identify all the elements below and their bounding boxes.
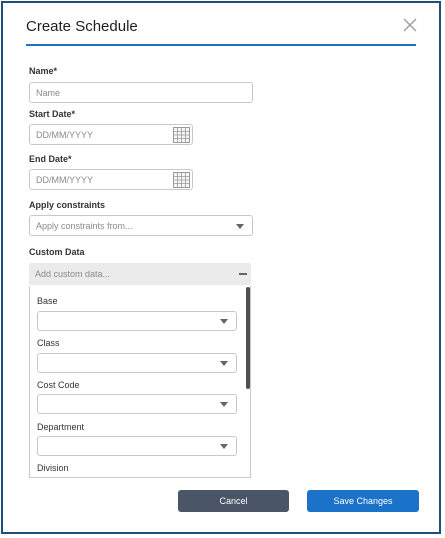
name-input[interactable]: Name <box>29 82 253 103</box>
custom-field-label: Department <box>37 422 85 432</box>
chevron-down-icon <box>236 223 244 229</box>
custom-field-select-department[interactable] <box>37 436 237 456</box>
chevron-down-icon <box>220 402 228 407</box>
custom-data-input[interactable]: Add custom data... <box>29 263 251 285</box>
collapse-icon[interactable] <box>239 273 247 275</box>
end-date-placeholder: DD/MM/YYYY <box>36 174 94 185</box>
end-date-input[interactable]: DD/MM/YYYY <box>29 169 193 190</box>
name-label: Name* <box>29 66 58 76</box>
constraints-placeholder: Apply constraints from... <box>36 220 133 231</box>
chevron-down-icon <box>220 361 228 366</box>
custom-field-label: Cost Code <box>37 380 80 390</box>
scrollbar[interactable] <box>246 287 250 389</box>
custom-field-label: Base <box>37 296 58 306</box>
custom-field-label: Division <box>37 463 69 473</box>
start-date-input[interactable]: DD/MM/YYYY <box>29 124 193 145</box>
save-changes-button[interactable]: Save Changes <box>307 490 419 512</box>
start-date-placeholder: DD/MM/YYYY <box>36 129 94 140</box>
calendar-icon[interactable] <box>173 127 190 143</box>
custom-data-panel: Base Class Cost Code Department Division <box>29 286 251 478</box>
calendar-icon[interactable] <box>173 172 190 188</box>
custom-field-select-base[interactable] <box>37 311 237 331</box>
custom-data-placeholder: Add custom data... <box>35 269 111 279</box>
custom-field-select-cost-code[interactable] <box>37 394 237 414</box>
start-date-label: Start Date* <box>29 109 76 119</box>
chevron-down-icon <box>220 444 228 449</box>
constraints-label: Apply constraints <box>29 200 106 210</box>
title-divider <box>26 44 416 46</box>
name-placeholder: Name <box>36 87 61 98</box>
close-icon[interactable] <box>402 17 418 33</box>
dialog-title: Create Schedule <box>26 18 138 35</box>
chevron-down-icon <box>220 319 228 324</box>
custom-data-label: Custom Data <box>29 247 85 257</box>
constraints-select[interactable]: Apply constraints from... <box>29 215 253 236</box>
custom-field-select-class[interactable] <box>37 353 237 373</box>
cancel-button[interactable]: Cancel <box>178 490 289 512</box>
custom-field-label: Class <box>37 338 60 348</box>
end-date-label: End Date* <box>29 154 72 164</box>
